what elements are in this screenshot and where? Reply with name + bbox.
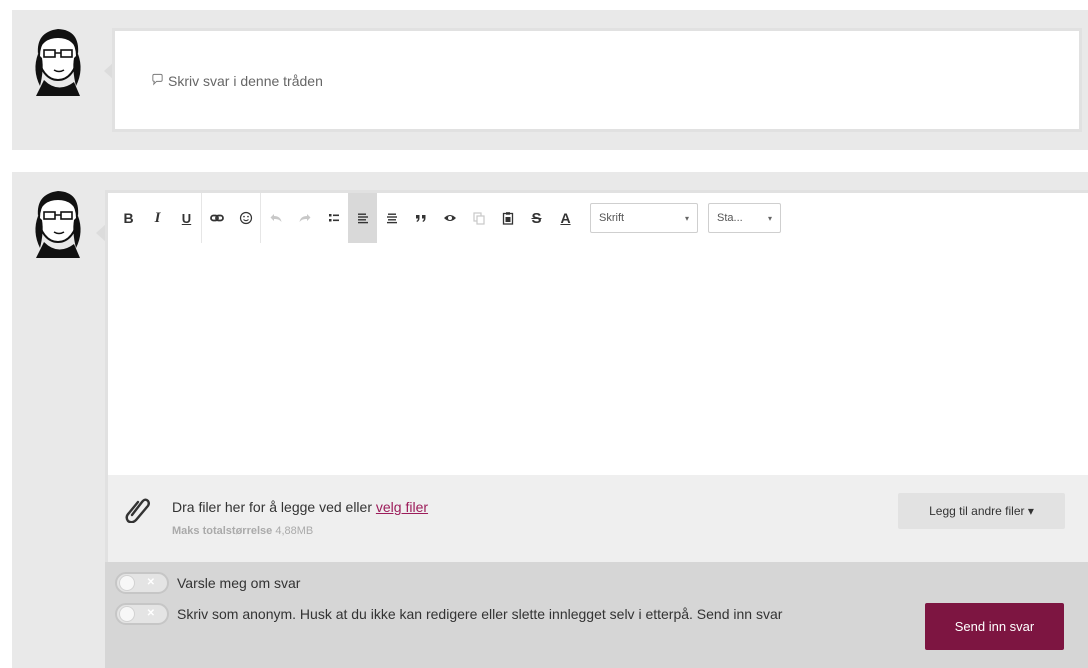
font-color-button[interactable]: A bbox=[551, 193, 580, 243]
rich-text-editor: B I U S A Skrift ▾ Sta... ▾ Dra filer he… bbox=[105, 190, 1088, 562]
choose-files-link[interactable]: velg filer bbox=[376, 499, 428, 515]
align-left-button[interactable] bbox=[348, 193, 377, 243]
user-avatar bbox=[28, 186, 94, 258]
max-size-label: Maks totalstørrelse bbox=[172, 525, 273, 537]
post-options: ✕ Varsle meg om svar ✕ Skriv som anonym.… bbox=[105, 562, 1088, 668]
font-family-select[interactable]: Skrift ▾ bbox=[590, 203, 698, 233]
quote-icon bbox=[415, 215, 425, 222]
editor-text-area[interactable] bbox=[108, 243, 1088, 475]
undo-button[interactable] bbox=[261, 193, 290, 243]
underline-button[interactable]: U bbox=[172, 193, 201, 243]
list-icon bbox=[328, 214, 339, 222]
emoji-button[interactable] bbox=[231, 193, 260, 243]
notify-label: Varsle meg om svar bbox=[177, 575, 301, 591]
reply-placeholder[interactable]: Skriv svar i denne tråden bbox=[151, 73, 323, 89]
copy-icon bbox=[472, 212, 485, 225]
anonymous-label: Skriv som anonym. Husk at du ikke kan re… bbox=[177, 606, 783, 622]
align-left-icon bbox=[357, 213, 368, 224]
close-icon: ✕ bbox=[146, 577, 155, 588]
strikethrough-button[interactable]: S bbox=[522, 193, 551, 243]
size-select-value: Sta... bbox=[717, 212, 743, 224]
drop-files-text: Dra filer her for å legge ved eller velg… bbox=[172, 499, 428, 515]
reply-box[interactable]: Skriv svar i denne tråden bbox=[112, 28, 1082, 132]
font-select-value: Skrift bbox=[599, 212, 625, 224]
paste-button[interactable] bbox=[493, 193, 522, 243]
bullet-list-button[interactable] bbox=[319, 193, 348, 243]
anonymous-toggle[interactable]: ✕ bbox=[115, 603, 169, 625]
attachment-dropzone[interactable]: Dra filer her for å legge ved eller velg… bbox=[108, 475, 1088, 562]
max-size-value: 4,88MB bbox=[275, 525, 314, 537]
drop-files-label: Dra filer her for å legge ved eller bbox=[172, 499, 372, 515]
close-icon: ✕ bbox=[146, 608, 155, 619]
editor-toolbar: B I U S A Skrift ▾ Sta... ▾ bbox=[108, 193, 1088, 243]
chevron-down-icon: ▾ bbox=[767, 213, 772, 223]
send-reply-button[interactable]: Send inn svar bbox=[925, 603, 1064, 650]
link-icon bbox=[209, 214, 224, 222]
anonymous-option: ✕ Skriv som anonym. Husk at du ikke kan … bbox=[115, 603, 782, 625]
align-center-icon bbox=[386, 213, 397, 224]
eye-icon bbox=[443, 215, 456, 221]
smiley-icon bbox=[239, 211, 252, 225]
comment-icon bbox=[151, 73, 164, 89]
add-other-files-button[interactable]: Legg til andre filer ▾ bbox=[898, 493, 1065, 529]
max-size-info: Maks totalstørrelse 4,88MB bbox=[172, 525, 313, 537]
undo-icon bbox=[270, 214, 281, 222]
notify-toggle[interactable]: ✕ bbox=[115, 572, 169, 594]
user-avatar bbox=[28, 24, 94, 96]
link-button[interactable] bbox=[202, 193, 231, 243]
paperclip-icon bbox=[124, 495, 150, 524]
italic-button[interactable]: I bbox=[143, 193, 172, 243]
font-size-select[interactable]: Sta... ▾ bbox=[708, 203, 781, 233]
clipboard-icon bbox=[502, 212, 513, 225]
quote-button[interactable] bbox=[406, 193, 435, 243]
reply-prompt-section: Skriv svar i denne tråden bbox=[12, 10, 1088, 150]
editor-section: B I U S A Skrift ▾ Sta... ▾ Dra filer he… bbox=[12, 172, 1088, 668]
toggle-knob bbox=[119, 606, 135, 622]
redo-button[interactable] bbox=[290, 193, 319, 243]
toggle-knob bbox=[119, 575, 135, 591]
copy-button[interactable] bbox=[464, 193, 493, 243]
font-color-letter: A bbox=[560, 210, 571, 226]
reply-placeholder-text: Skriv svar i denne tråden bbox=[168, 73, 323, 89]
redo-icon bbox=[299, 214, 310, 222]
notify-option: ✕ Varsle meg om svar bbox=[115, 572, 300, 594]
chevron-down-icon: ▾ bbox=[684, 213, 689, 223]
preview-button[interactable] bbox=[435, 193, 464, 243]
align-center-button[interactable] bbox=[377, 193, 406, 243]
bold-button[interactable]: B bbox=[114, 193, 143, 243]
